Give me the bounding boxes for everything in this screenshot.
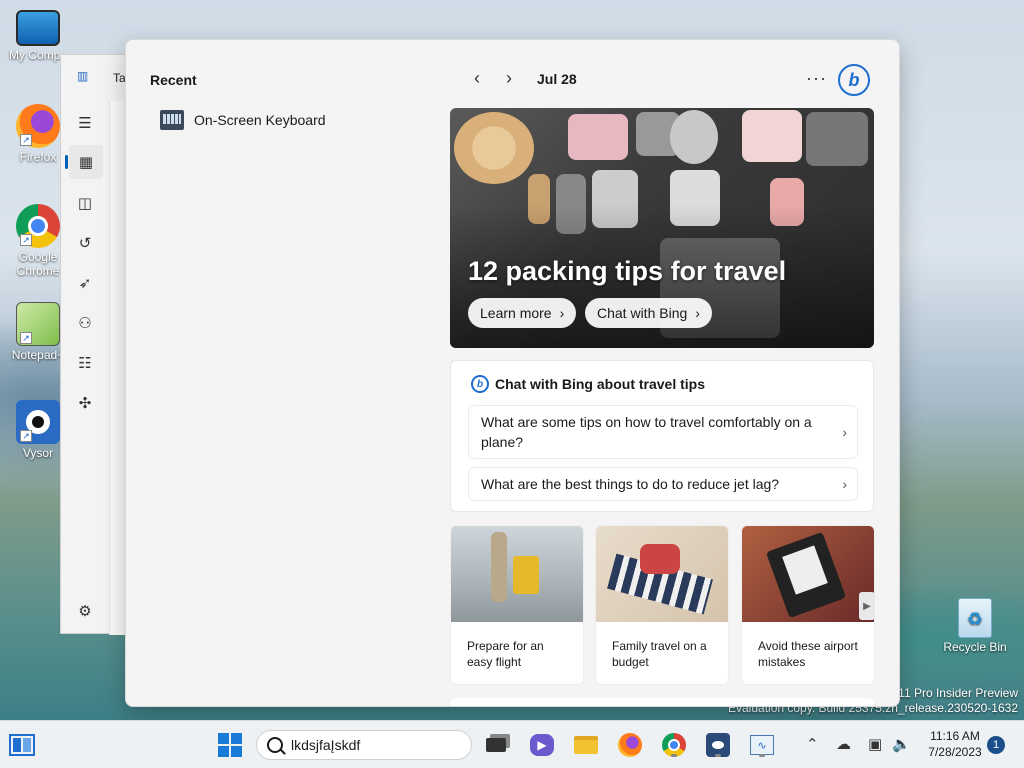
task-manager-title-icon: ▥ (77, 69, 89, 83)
desktop-icon-label: Recycle Bin (943, 640, 1007, 654)
chat-question[interactable]: What are some tips on how to travel comf… (468, 405, 858, 459)
app-history-icon[interactable]: ↺ (73, 231, 97, 255)
chevron-right-icon: › (842, 424, 847, 440)
running-indicator (715, 754, 721, 757)
tile-caption: Family travel on a budget (612, 639, 707, 669)
teams-chat-icon[interactable]: ▶ (528, 731, 556, 759)
shortcut-arrow-icon: ↗ (20, 332, 32, 344)
settings-icon[interactable]: ⚙ (73, 599, 97, 623)
recent-item-label: On-Screen Keyboard (194, 112, 326, 128)
chat-question-text: What are some tips on how to travel comf… (481, 414, 812, 450)
network-icon[interactable]: ▣ (868, 735, 882, 753)
task-view-icon[interactable] (482, 731, 510, 759)
desktop-icon-label: Google Chrome (16, 250, 60, 278)
clock[interactable]: 11:16 AM 7/28/2023 (920, 728, 990, 760)
desktop-icon-label: Notepad+ (11, 348, 65, 362)
clock-date: 7/28/2023 (928, 745, 982, 759)
date-label: Jul 28 (537, 70, 577, 87)
desktop-icon-label: My Compu (8, 48, 67, 62)
learn-more-label: Learn more (480, 305, 552, 321)
bing-icon[interactable]: b (838, 64, 870, 96)
tile-caption: Avoid these airport mistakes (758, 639, 858, 669)
more-options-button[interactable]: ··· (806, 68, 827, 89)
keyboard-icon (160, 110, 184, 130)
chrome-icon[interactable] (660, 731, 688, 759)
desktop-icon-recycle-bin[interactable]: ♻ Recycle Bin (940, 598, 1010, 654)
date-nav: ‹ › Jul 28 (461, 68, 577, 89)
taskbar-search-input[interactable]: lkdsjfaĮskdf (256, 730, 472, 760)
cloud-offline-icon[interactable]: ☁ (836, 735, 851, 753)
chevron-right-icon[interactable]: › (493, 68, 525, 89)
tiles-scroll-right-button[interactable]: ▶ (859, 592, 875, 620)
tile-card[interactable]: Family travel on a budget (595, 525, 729, 685)
task-manager-icon[interactable]: ∿ (748, 731, 776, 759)
chevron-right-icon: › (559, 305, 565, 321)
learn-more-button[interactable]: Learn more › (468, 298, 577, 328)
volume-icon[interactable]: 🔈 (892, 735, 911, 753)
chat-card: b Chat with Bing about travel tips What … (450, 360, 874, 512)
search-icon (267, 737, 283, 753)
chat-question[interactable]: What are the best things to do to reduce… (468, 467, 858, 501)
services-icon[interactable]: ✣ (73, 391, 97, 415)
computer-icon (16, 10, 60, 46)
tile-image (596, 526, 728, 622)
users-icon[interactable]: ⚇ (73, 311, 97, 335)
notification-badge[interactable]: 1 (987, 736, 1005, 754)
vysor-icon[interactable] (704, 731, 732, 759)
recycle-bin-icon: ♻ (958, 598, 992, 638)
watermark-line1: s 11 Pro Insider Preview (888, 686, 1018, 700)
details-icon[interactable]: ☷ (73, 351, 97, 375)
hamburger-icon[interactable]: ☰ (73, 111, 97, 135)
processes-icon[interactable]: ▦ (65, 145, 103, 179)
widgets-icon[interactable] (8, 731, 36, 759)
recent-item-on-screen-keyboard[interactable]: On-Screen Keyboard (160, 110, 326, 130)
chat-card-title: Chat with Bing about travel tips (495, 376, 706, 392)
start-icon[interactable] (216, 731, 244, 759)
shortcut-arrow-icon: ↗ (20, 234, 32, 246)
chat-with-bing-button[interactable]: Chat with Bing › (585, 298, 712, 328)
task-manager-title: Ta (113, 71, 126, 85)
chat-question-text: What are the best things to do to reduce… (481, 476, 780, 492)
file-explorer-icon[interactable] (572, 731, 600, 759)
taskbar: lkdsjfaĮskdf ▶ ∿ ⌃ ☁ ▣ 🔈 11:16 AM 7/28/2… (0, 720, 1024, 768)
desktop-icon-label: Vysor (22, 446, 54, 460)
next-card-peek (450, 698, 874, 706)
running-indicator (671, 754, 677, 757)
chevron-right-icon: › (842, 476, 847, 492)
taskbar-search-value: lkdsjfaĮskdf (291, 737, 361, 753)
hero-card[interactable]: 12 packing tips for travel Learn more › … (450, 108, 874, 348)
shortcut-arrow-icon: ↗ (20, 134, 32, 146)
search-flyout: Recent On-Screen Keyboard ‹ › Jul 28 ···… (125, 39, 900, 707)
desktop-icon-label: Firefox (19, 150, 57, 164)
shortcut-arrow-icon: ↗ (20, 430, 32, 442)
tile-card[interactable]: Avoid these airport mistakes (741, 525, 875, 685)
chevron-left-icon[interactable]: ‹ (461, 68, 493, 89)
performance-icon[interactable]: ◫ (73, 191, 97, 215)
chevron-up-icon[interactable]: ⌃ (806, 735, 819, 753)
tile-card[interactable]: Prepare for an easy flight (450, 525, 584, 685)
firefox-icon[interactable] (616, 731, 644, 759)
tile-caption: Prepare for an easy flight (467, 639, 544, 669)
hero-title: 12 packing tips for travel (468, 256, 787, 286)
recent-heading: Recent (150, 72, 197, 88)
chat-with-bing-label: Chat with Bing (597, 305, 688, 321)
running-indicator (759, 754, 765, 757)
bing-icon: b (471, 375, 489, 393)
chat-card-header: b Chat with Bing about travel tips (471, 375, 705, 393)
tile-image (742, 526, 874, 622)
tile-image (451, 526, 583, 622)
startup-icon[interactable]: ➶ (73, 271, 97, 295)
chevron-right-icon: › (695, 305, 700, 321)
clock-time: 11:16 AM (930, 729, 980, 743)
